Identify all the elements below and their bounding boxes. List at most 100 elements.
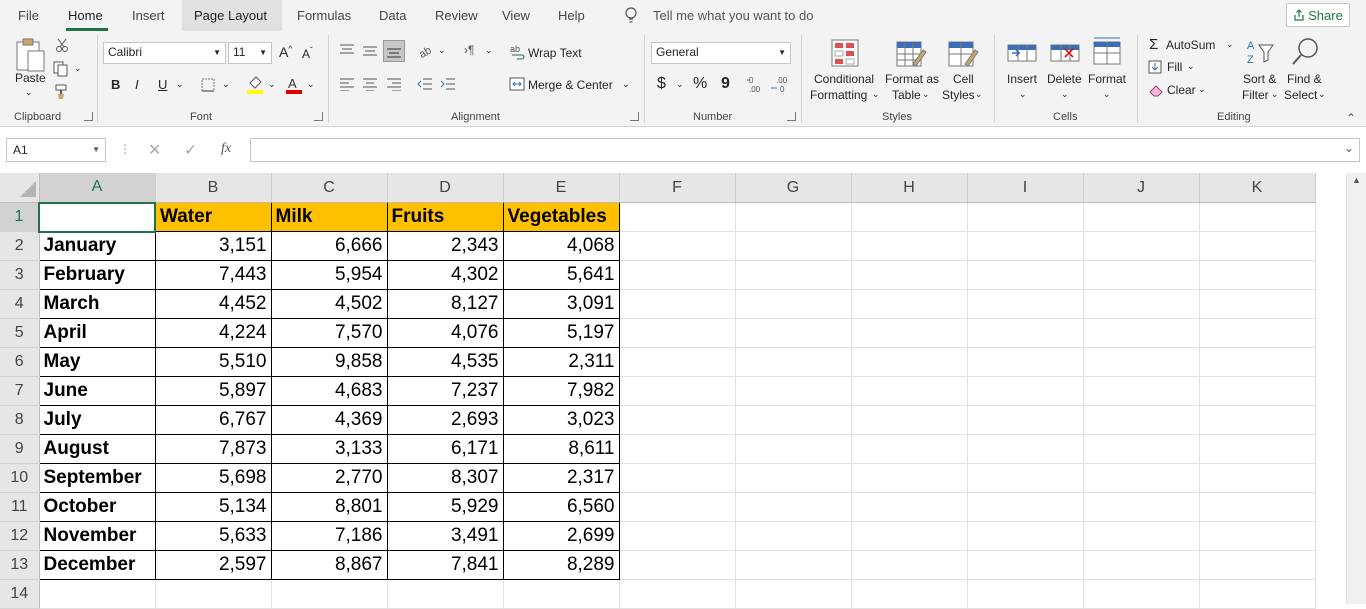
value-cell[interactable]: 7,982 (502, 376, 620, 406)
align-left-icon[interactable] (339, 77, 355, 91)
empty-cell[interactable] (967, 463, 1084, 493)
chevron-down-icon[interactable]: ⌄ (975, 89, 983, 100)
value-cell[interactable]: 7,186 (270, 521, 388, 551)
empty-cell[interactable] (967, 492, 1084, 522)
chevron-down-icon[interactable]: ⌄ (1061, 89, 1069, 100)
empty-cell[interactable] (967, 231, 1084, 261)
empty-cell[interactable] (735, 550, 852, 580)
empty-cell[interactable] (619, 289, 736, 319)
increase-font-icon[interactable]: A^ (279, 44, 292, 60)
empty-cell[interactable] (619, 202, 736, 232)
conditional-formatting-label[interactable]: Conditional (814, 72, 874, 86)
cancel-entry-icon[interactable]: ✕ (148, 140, 161, 160)
value-cell[interactable]: 2,770 (270, 463, 388, 493)
value-cell[interactable]: 4,683 (270, 376, 388, 406)
align-middle-icon[interactable] (362, 43, 378, 57)
cell-styles-label[interactable]: Cell (953, 72, 974, 86)
chevron-down-icon[interactable]: ⌄ (1271, 89, 1279, 100)
empty-cell[interactable] (1083, 376, 1200, 406)
month-cell[interactable]: March (38, 289, 156, 319)
value-cell[interactable]: 4,076 (386, 318, 504, 348)
month-cell[interactable]: July (38, 405, 156, 435)
header-cell-fruits[interactable]: Fruits (386, 202, 504, 232)
name-box[interactable]: A1 ▼ (6, 138, 106, 162)
sort-filter-label-2[interactable]: Filter (1242, 88, 1269, 102)
comma-style-button[interactable]: 9 (721, 75, 730, 93)
decrease-indent-icon[interactable] (417, 77, 433, 91)
column-header-c[interactable]: C (271, 173, 388, 203)
sort-filter-icon[interactable]: AZ (1245, 37, 1277, 67)
month-cell[interactable]: September (38, 463, 156, 493)
tab-file[interactable]: File (18, 8, 39, 23)
tab-view[interactable]: View (502, 8, 530, 23)
empty-cell[interactable] (619, 405, 736, 435)
alignment-dialog-launcher[interactable] (630, 112, 639, 121)
empty-cell[interactable] (1083, 492, 1200, 522)
empty-cell[interactable] (735, 376, 852, 406)
value-cell[interactable]: 7,570 (270, 318, 388, 348)
empty-cell[interactable] (735, 492, 852, 522)
column-header-b[interactable]: B (155, 173, 272, 203)
empty-cell[interactable] (851, 434, 968, 464)
row-header[interactable]: 7 (0, 376, 40, 406)
bold-button[interactable]: B (111, 77, 120, 92)
chevron-down-icon[interactable]: ⌄ (676, 79, 684, 90)
expand-formula-bar-icon[interactable]: ⌄ (1344, 141, 1354, 155)
empty-cell[interactable] (1083, 463, 1200, 493)
value-cell[interactable]: 7,237 (386, 376, 504, 406)
value-cell[interactable]: 3,151 (154, 231, 272, 261)
chevron-down-icon[interactable]: ⌄ (74, 63, 82, 74)
empty-cell[interactable] (735, 434, 852, 464)
empty-cell[interactable] (1083, 318, 1200, 348)
italic-button[interactable]: I (135, 77, 139, 92)
empty-cell[interactable] (851, 492, 968, 522)
empty-cell[interactable] (1199, 492, 1316, 522)
align-top-icon[interactable] (339, 43, 355, 57)
value-cell[interactable]: 8,867 (270, 550, 388, 580)
empty-cell[interactable] (619, 318, 736, 348)
value-cell[interactable]: 5,633 (154, 521, 272, 551)
sort-filter-label[interactable]: Sort & (1243, 72, 1276, 86)
chevron-down-icon[interactable]: ⌄ (872, 89, 880, 100)
column-header-d[interactable]: D (387, 173, 504, 203)
empty-cell[interactable] (967, 318, 1084, 348)
empty-cell[interactable] (851, 579, 968, 609)
font-name-select[interactable]: Calibri ▼ (103, 42, 226, 64)
empty-cell[interactable] (619, 521, 736, 551)
align-right-icon[interactable] (386, 77, 402, 91)
month-cell[interactable]: June (38, 376, 156, 406)
fill-down-icon[interactable] (1148, 60, 1162, 74)
empty-cell[interactable] (503, 579, 620, 609)
value-cell[interactable]: 5,641 (502, 260, 620, 290)
month-cell[interactable]: April (38, 318, 156, 348)
cell-styles-icon[interactable] (947, 38, 979, 68)
value-cell[interactable]: 7,443 (154, 260, 272, 290)
chevron-down-icon[interactable]: ⌄ (268, 79, 276, 90)
tab-insert[interactable]: Insert (132, 8, 165, 23)
empty-cell[interactable] (1199, 405, 1316, 435)
chevron-down-icon[interactable]: ⌄ (1226, 39, 1234, 50)
cell-a1[interactable] (38, 201, 156, 233)
value-cell[interactable]: 3,133 (270, 434, 388, 464)
decrease-font-icon[interactable]: Aˇ (302, 46, 313, 61)
empty-cell[interactable] (1199, 434, 1316, 464)
empty-cell[interactable] (619, 579, 736, 609)
empty-cell[interactable] (1083, 260, 1200, 290)
select-all-corner[interactable] (0, 173, 40, 203)
tab-review[interactable]: Review (435, 8, 478, 23)
value-cell[interactable]: 3,091 (502, 289, 620, 319)
chevron-down-icon[interactable]: ⌄ (1318, 89, 1326, 100)
empty-cell[interactable] (735, 579, 852, 609)
empty-cell[interactable] (1083, 289, 1200, 319)
find-select-icon[interactable] (1290, 36, 1322, 68)
chevron-down-icon[interactable]: ⌄ (622, 79, 630, 90)
value-cell[interactable]: 5,134 (154, 492, 272, 522)
month-cell[interactable]: November (38, 521, 156, 551)
empty-cell[interactable] (271, 579, 388, 609)
empty-cell[interactable] (1199, 260, 1316, 290)
value-cell[interactable]: 4,369 (270, 405, 388, 435)
chevron-down-icon[interactable]: ⌄ (1187, 61, 1195, 72)
empty-cell[interactable] (967, 376, 1084, 406)
row-header[interactable]: 11 (0, 492, 40, 522)
value-cell[interactable]: 2,597 (154, 550, 272, 580)
